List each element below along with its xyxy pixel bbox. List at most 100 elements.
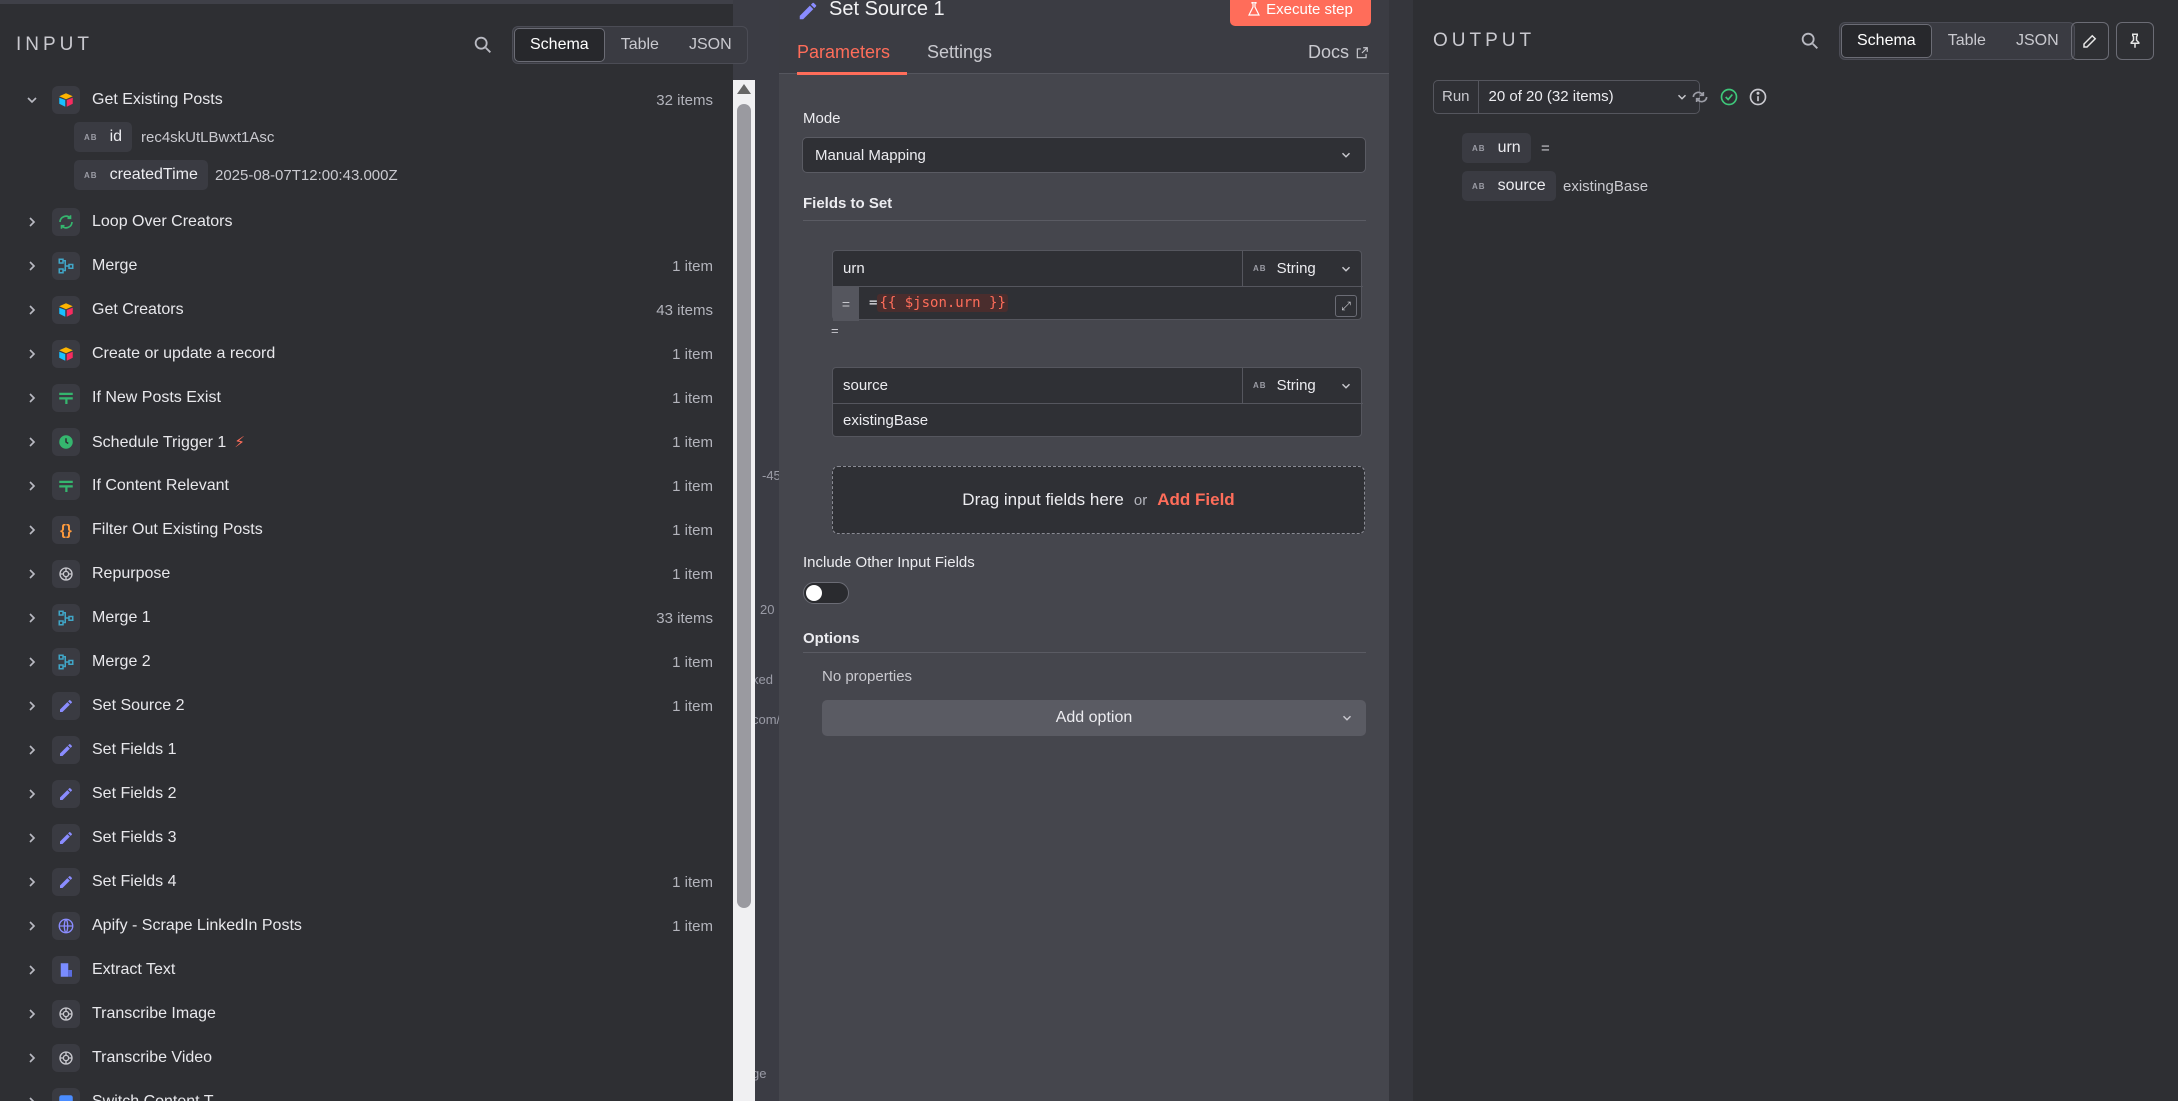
mode-label: Mode — [803, 110, 841, 127]
chevron-right-icon[interactable] — [24, 522, 40, 538]
section-divider — [803, 652, 1366, 653]
chevron-down-icon[interactable] — [24, 92, 40, 108]
input-scrollbar-thumb[interactable] — [737, 104, 751, 908]
chevron-right-icon[interactable] — [24, 698, 40, 714]
schema-node-row[interactable]: Set Source 2 1 item — [0, 684, 733, 728]
schema-field-chip[interactable]: AB createdTime — [74, 160, 208, 190]
schema-node-count: 1 item — [672, 477, 713, 495]
run-select[interactable]: 20 of 20 (32 items) — [1479, 81, 1699, 113]
add-option-button[interactable]: Add option — [822, 700, 1366, 736]
chevron-right-icon[interactable] — [24, 786, 40, 802]
airtable-icon — [52, 296, 80, 324]
assignment-type-label: String — [1276, 377, 1316, 394]
assignment-urn: urn AB String = ={{ $json.urn }} ⤢ — [832, 250, 1363, 321]
schema-node-row[interactable]: If Content Relevant 1 item — [0, 464, 733, 508]
assignment-name-input[interactable]: urn — [833, 251, 1243, 287]
add-field-link[interactable]: Add Field — [1157, 490, 1234, 510]
include-other-fields-toggle[interactable] — [803, 582, 849, 604]
search-icon[interactable] — [1799, 30, 1821, 52]
schema-node-row[interactable]: Merge 1 33 items — [0, 596, 733, 640]
pin-output-button[interactable] — [2116, 22, 2154, 60]
schema-node-row[interactable]: Transcribe Image — [0, 992, 733, 1036]
schema-node-row[interactable]: Get Existing Posts 32 items — [0, 78, 733, 122]
chevron-down-icon — [1341, 152, 1351, 158]
chevron-right-icon[interactable] — [24, 346, 40, 362]
chevron-right-icon[interactable] — [24, 654, 40, 670]
assignment-type-select[interactable]: AB String — [1243, 251, 1363, 287]
chevron-right-icon[interactable] — [24, 566, 40, 582]
schema-node-row[interactable]: Set Fields 4 1 item — [0, 860, 733, 904]
execute-step-label: Execute step — [1266, 0, 1353, 18]
schema-node-row[interactable]: Repurpose 1 item — [0, 552, 733, 596]
canvas-fragment: ked — [752, 672, 773, 687]
assignment-value-expression[interactable]: ={{ $json.urn }} — [869, 294, 1008, 312]
toggle-knob — [806, 585, 822, 601]
link-runs-icon[interactable] — [1690, 87, 1710, 107]
canvas-fragment: com/ — [752, 712, 781, 727]
schema-node-label: Repurpose — [92, 565, 171, 582]
chevron-right-icon[interactable] — [24, 478, 40, 494]
schema-node-label: Set Fields 1 — [92, 741, 177, 758]
chevron-down-icon — [1341, 383, 1351, 389]
execute-step-button[interactable]: Execute step — [1230, 0, 1371, 26]
output-field-source[interactable]: AB source — [1462, 171, 1556, 201]
extract-icon — [52, 956, 80, 984]
assignment-name-input[interactable]: source — [833, 368, 1243, 404]
assignment-type-select[interactable]: AB String — [1243, 368, 1363, 404]
chevron-right-icon[interactable] — [24, 390, 40, 406]
schema-node-row[interactable]: Extract Text — [0, 948, 733, 992]
chevron-right-icon[interactable] — [24, 874, 40, 890]
schema-node-label: Extract Text — [92, 961, 176, 978]
drop-fields-zone[interactable]: Drag input fields here or Add Field — [832, 466, 1365, 534]
assignment-value-input[interactable]: existingBase — [843, 412, 928, 429]
chevron-right-icon[interactable] — [24, 434, 40, 450]
chevron-right-icon[interactable] — [24, 742, 40, 758]
schema-node-row[interactable]: {} Filter Out Existing Posts 1 item — [0, 508, 733, 552]
output-panel: OUTPUT Schema Table JSON — [1413, 0, 2178, 1101]
chevron-right-icon[interactable] — [24, 610, 40, 626]
docs-link[interactable]: Docs — [1308, 42, 1369, 63]
input-view-json[interactable]: JSON — [674, 27, 747, 63]
chevron-right-icon[interactable] — [24, 918, 40, 934]
tab-parameters[interactable]: Parameters — [797, 42, 890, 63]
search-icon[interactable] — [472, 34, 494, 56]
input-view-schema[interactable]: Schema — [514, 28, 605, 62]
chevron-right-icon[interactable] — [24, 258, 40, 274]
schema-node-row[interactable]: Create or update a record 1 item — [0, 332, 733, 376]
edit-output-button[interactable] — [2071, 22, 2109, 60]
schema-node-row[interactable]: Set Fields 1 — [0, 728, 733, 772]
chevron-right-icon[interactable] — [24, 962, 40, 978]
chevron-right-icon[interactable] — [24, 830, 40, 846]
schema-node-row[interactable]: Merge 1 item — [0, 244, 733, 288]
chevron-right-icon[interactable] — [24, 1006, 40, 1022]
chevron-right-icon[interactable] — [24, 1094, 40, 1101]
schema-node-row[interactable]: Set Fields 2 — [0, 772, 733, 816]
input-view-table[interactable]: Table — [606, 27, 674, 63]
output-view-json[interactable]: JSON — [2001, 23, 2074, 59]
schema-node-row[interactable]: Switch Content T — [0, 1080, 733, 1101]
schema-field-key: id — [109, 128, 123, 145]
chevron-right-icon[interactable] — [24, 1050, 40, 1066]
open-expression-editor-icon[interactable]: ⤢ — [1335, 295, 1357, 317]
output-view-schema[interactable]: Schema — [1841, 24, 1932, 58]
schema-node-row[interactable]: Transcribe Video — [0, 1036, 733, 1080]
schema-node-row[interactable]: Loop Over Creators — [0, 200, 733, 244]
scroll-up-arrow-icon[interactable] — [737, 84, 751, 94]
schema-node-row[interactable]: Get Creators 43 items — [0, 288, 733, 332]
chevron-right-icon[interactable] — [24, 302, 40, 318]
info-icon[interactable] — [1748, 87, 1768, 107]
mode-select[interactable]: Manual Mapping — [802, 137, 1366, 173]
output-view-table[interactable]: Table — [1933, 23, 2001, 59]
schema-node-row[interactable]: Schedule Trigger 1 ⚡ 1 item — [0, 420, 733, 464]
options-label: Options — [803, 630, 860, 647]
canvas-fragment: -45 — [762, 468, 781, 483]
output-field-urn[interactable]: AB urn — [1462, 133, 1531, 163]
schema-field-chip[interactable]: AB id — [74, 122, 133, 152]
schema-node-row[interactable]: Apify - Scrape LinkedIn Posts 1 item — [0, 904, 733, 948]
chevron-right-icon[interactable] — [24, 214, 40, 230]
schema-node-row[interactable]: Merge 2 1 item — [0, 640, 733, 684]
tab-settings[interactable]: Settings — [927, 42, 992, 63]
schema-node-row[interactable]: Set Fields 3 — [0, 816, 733, 860]
pencil-icon — [52, 780, 80, 808]
schema-node-row[interactable]: If New Posts Exist 1 item — [0, 376, 733, 420]
